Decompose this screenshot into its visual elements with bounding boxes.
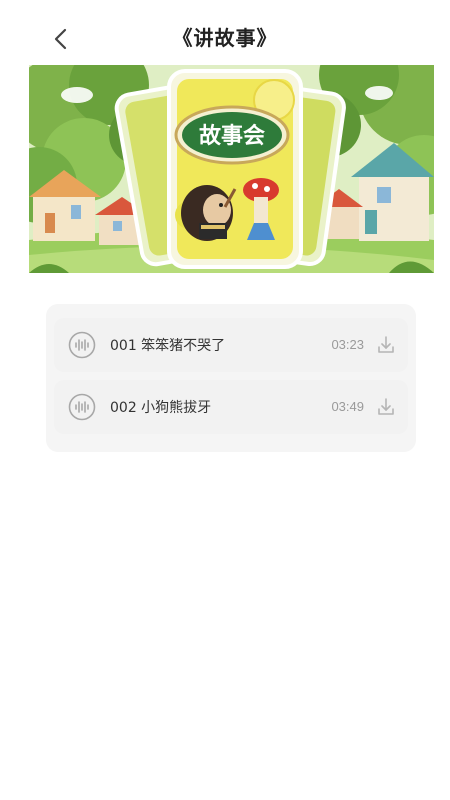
- sound-wave-icon: [68, 393, 96, 421]
- story-duration: 03:23: [331, 337, 364, 352]
- download-icon[interactable]: [376, 397, 396, 417]
- story-title: 002 小狗熊拔牙: [110, 400, 212, 416]
- svg-text:故事会: 故事会: [199, 123, 265, 149]
- story-item[interactable]: 002 小狗熊拔牙 03:49: [54, 380, 408, 434]
- top-bar: 《讲故事》: [0, 0, 450, 75]
- story-list: 001 笨笨猪不哭了 03:23 002 小狗熊拔牙 03:49: [46, 304, 416, 452]
- download-icon[interactable]: [376, 335, 396, 355]
- story-duration: 03:49: [331, 399, 364, 414]
- sound-wave-icon: [68, 331, 96, 359]
- story-page: 《讲故事》 故事会 001 笨笨猪不哭了 03:23 002 小狗熊拔牙 03:…: [0, 0, 450, 800]
- story-item[interactable]: 001 笨笨猪不哭了 03:23: [54, 318, 408, 372]
- story-title: 001 笨笨猪不哭了: [110, 338, 226, 354]
- banner-illustration: 故事会: [29, 65, 434, 273]
- page-title: 《讲故事》: [172, 26, 278, 50]
